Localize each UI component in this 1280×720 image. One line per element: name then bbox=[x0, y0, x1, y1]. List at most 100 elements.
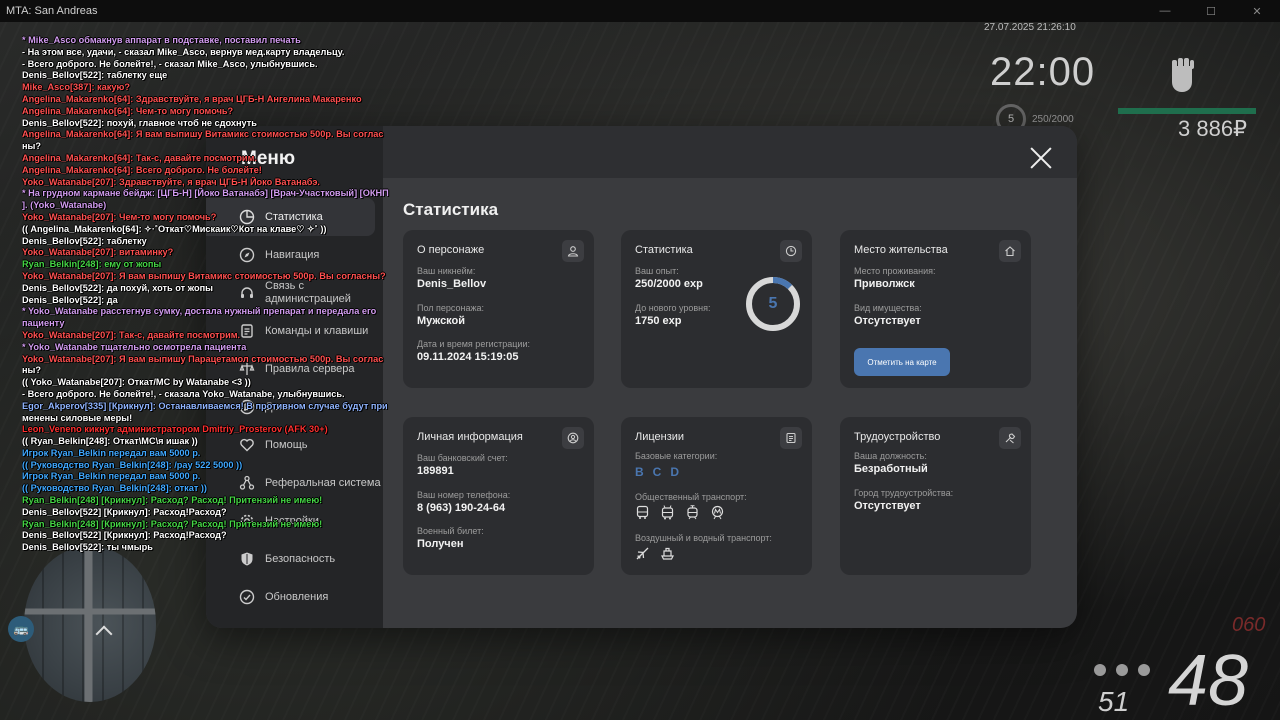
engine-icon bbox=[1138, 664, 1150, 676]
chat-line: Denis_Bellov[522]: ты чмырь bbox=[22, 542, 153, 553]
chat-line: - Всего доброго. Не болейте!, - сказала … bbox=[22, 388, 345, 399]
light-icon bbox=[1094, 664, 1106, 676]
speed-limit: 060 bbox=[1232, 614, 1266, 636]
chat-line: * Mike_Asco обмакнув аппарат в подставке… bbox=[22, 35, 301, 45]
base-categories: B C D bbox=[635, 465, 679, 479]
category-c: C bbox=[652, 465, 662, 479]
chat-line: (( Ryan_Belkin[248]: Откат\MC\я ишак )) bbox=[22, 436, 198, 447]
chat-line: Denis_Bellov[522]: похуй, главное чтоб н… bbox=[22, 117, 257, 128]
chat-line: Denis_Bellov[522] [Крикнул]: Расход!Расх… bbox=[22, 506, 227, 517]
health-bar bbox=[1118, 108, 1256, 114]
chat-line: Angelina_Makarenko[64]: Всего доброго. Н… bbox=[22, 164, 262, 175]
card-title: Личная информация bbox=[417, 431, 523, 443]
reg-label: Дата и время регистрации: bbox=[417, 339, 530, 349]
home-icon bbox=[999, 240, 1021, 262]
chat-line: Ryan_Belkin[248] [Крикнул]: Расход? Расх… bbox=[22, 495, 323, 506]
hud-datetime: 27.07.2025 21:26:10 bbox=[984, 22, 1076, 33]
refresh-icon bbox=[239, 589, 255, 605]
close-window-button[interactable]: ✕ bbox=[1234, 0, 1280, 22]
hud-clock: 22:00 bbox=[990, 50, 1096, 94]
job-city-label: Город трудоустройства: bbox=[854, 488, 954, 498]
speedometer: 48 bbox=[1168, 641, 1249, 720]
card-title: Статистика bbox=[635, 244, 693, 256]
bus-icon bbox=[636, 505, 649, 519]
menu-topbar bbox=[383, 126, 1077, 178]
chat-line: менены силовые меры! bbox=[22, 412, 133, 423]
chat-line: - На этом все, удачи, - сказал Mike_Asco… bbox=[22, 46, 345, 57]
window-titlebar: MTA: San Andreas — ☐ ✕ bbox=[0, 0, 1280, 22]
chat-line: Angelina_Makarenko[64]: Здравствуйте, я … bbox=[22, 93, 362, 104]
trolleybus-icon bbox=[661, 505, 674, 520]
chat-line: Leon_Veneno кикнут администратором Dmitr… bbox=[22, 424, 328, 435]
card-about: О персонаже Ваш никнейм: Denis_Bellov По… bbox=[403, 230, 594, 388]
exp-label: Ваш опыт: bbox=[635, 266, 679, 276]
chat-line: Ryan_Belkin[248]: ему от жопы bbox=[22, 259, 162, 270]
next-level-label: До нового уровня: bbox=[635, 303, 711, 313]
base-categories-label: Базовые категории: bbox=[635, 451, 718, 461]
tools-icon bbox=[999, 427, 1021, 449]
nav-item-updates[interactable]: Обновления bbox=[206, 578, 383, 616]
bank-label: Ваш банковский счет: bbox=[417, 453, 508, 463]
gender-value: Мужской bbox=[417, 315, 466, 327]
chat-line: Angelina_Makarenko[64]: Чем-то могу помо… bbox=[22, 105, 234, 116]
bank-value: 189891 bbox=[417, 465, 454, 477]
air-water-icons bbox=[635, 546, 675, 561]
chat-line: (( Руководство Ryan_Belkin[248]: откат )… bbox=[22, 483, 207, 494]
card-title: О персонаже bbox=[417, 244, 485, 256]
boat-icon bbox=[661, 547, 674, 560]
gender-label: Пол персонажа: bbox=[417, 303, 485, 313]
chat-line: * Yoko_Watanabe расстегнув сумку, достал… bbox=[22, 306, 377, 317]
chat-line: Denis_Bellov[522] [Крикнул]: Расход!Расх… bbox=[22, 530, 227, 541]
chat-line: Yoko_Watanabe[207]: Чем-то могу помочь? bbox=[22, 211, 217, 222]
maximize-button[interactable]: ☐ bbox=[1188, 0, 1234, 22]
card-personal: Личная информация Ваш банковский счет: 1… bbox=[403, 417, 594, 575]
minimap bbox=[24, 546, 156, 702]
content-title: Статистика bbox=[403, 200, 499, 219]
property-label: Вид имущества: bbox=[854, 303, 922, 313]
fist-icon bbox=[1172, 58, 1194, 92]
military-value: Получен bbox=[417, 538, 464, 550]
chat-line: ны? bbox=[22, 365, 42, 376]
vehicle-indicators bbox=[1094, 664, 1150, 676]
place-label: Место проживания: bbox=[854, 266, 936, 276]
card-title: Лицензии bbox=[635, 431, 685, 443]
chat-line: - Всего доброго. Не болейте!, - сказал M… bbox=[22, 58, 318, 69]
chat-line: Angelina_Makarenko[64]: Так-с, давайте п… bbox=[22, 152, 257, 163]
category-d: D bbox=[670, 465, 680, 479]
license-icon bbox=[780, 427, 802, 449]
nick-value: Denis_Bellov bbox=[417, 278, 487, 290]
user-icon bbox=[562, 240, 584, 262]
chat-line: Игрок Ryan_Belkin передал вам 5000 р. bbox=[22, 471, 201, 482]
chat-line: Ryan_Belkin[248] [Крикнул]: Расход? Расх… bbox=[22, 518, 323, 529]
close-menu-button[interactable] bbox=[1029, 146, 1053, 170]
level-value: 5 bbox=[768, 295, 778, 312]
chat-line: * На грудном кармане бейдж: [ЦГБ-Н] [Йок… bbox=[22, 188, 389, 199]
mark-on-map-button[interactable]: Отметить на карте bbox=[854, 348, 950, 376]
chat-line: * Yoko_Watanabe тщательно осмотрела паци… bbox=[22, 341, 247, 352]
chat-line: Denis_Bellov[522]: таблетку bbox=[22, 235, 147, 246]
card-residence: Место жительства Место проживания: Приво… bbox=[840, 230, 1031, 388]
reg-value: 09.11.2024 15:19:05 bbox=[417, 351, 519, 363]
plane-icon bbox=[636, 547, 649, 560]
job-city-value: Отсутствует bbox=[854, 500, 921, 512]
exp-value: 250/2000 exp bbox=[635, 278, 703, 290]
card-title: Место жительства bbox=[854, 244, 948, 256]
next-level-value: 1750 exp bbox=[635, 315, 682, 327]
chat-line: Yoko_Watanabe[207]: витаминку? bbox=[22, 247, 174, 258]
chat-line: Angelina_Makarenko[64]: Я вам выпишу Вит… bbox=[22, 129, 384, 140]
card-licenses: Лицензии Базовые категории: B C D Общест… bbox=[621, 417, 812, 575]
chat-line: пациенту bbox=[22, 318, 65, 329]
public-transport-icons bbox=[635, 505, 725, 520]
chat-line: Egor_Akperov[335] [Крикнул]: Останавлива… bbox=[22, 400, 388, 411]
place-value: Приволжск bbox=[854, 278, 915, 290]
chat-log: * Mike_Asco обмакнув аппарат в подставке… bbox=[22, 35, 402, 554]
clock-icon bbox=[780, 240, 802, 262]
chat-line: Yoko_Watanabe[207]: Здравствуйте, я врач… bbox=[22, 176, 320, 187]
metro-icon bbox=[711, 505, 724, 520]
minimize-button[interactable]: — bbox=[1142, 0, 1188, 22]
chat-line: (( Руководство Ryan_Belkin[248]: /pay 52… bbox=[22, 459, 243, 470]
window-title: MTA: San Andreas bbox=[6, 5, 98, 17]
fuel-level: 51 bbox=[1098, 686, 1130, 717]
nick-label: Ваш никнейм: bbox=[417, 266, 476, 276]
bus-stop-icon: 🚌 bbox=[8, 616, 34, 642]
